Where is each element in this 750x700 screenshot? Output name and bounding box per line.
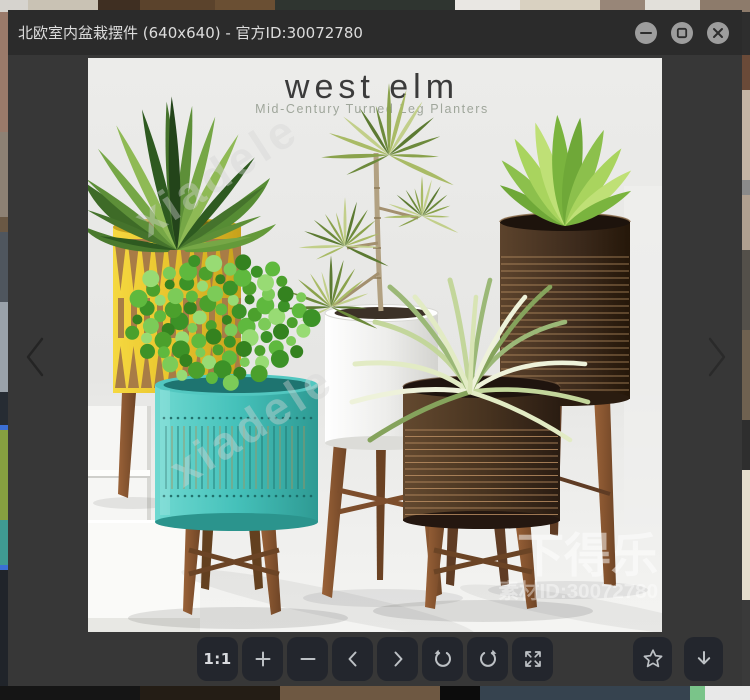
close-icon [713, 27, 723, 38]
rotate-left-icon [434, 649, 451, 667]
chevron-left-icon [26, 337, 44, 377]
brand-text: west elm Mid-Century Turned Leg Planters [255, 68, 489, 116]
favorite-button[interactable] [633, 637, 672, 681]
prev-image-button[interactable] [332, 637, 373, 681]
minimize-icon [640, 31, 652, 34]
material-id-watermark: 素材ID:30072780 [498, 579, 658, 603]
fullscreen-icon [524, 651, 541, 667]
zoom-in-button[interactable] [242, 637, 283, 681]
brand-subtitle-text: Mid-Century Turned Leg Planters [255, 102, 489, 116]
plus-icon [255, 651, 270, 667]
product-image: west elm Mid-Century Turned Leg Planters [88, 58, 662, 632]
zoom-ratio-label: 1:1 [203, 650, 232, 668]
minimize-button[interactable] [635, 21, 657, 44]
next-image-arrow[interactable] [703, 334, 731, 380]
viewer-actions [633, 637, 723, 681]
download-icon [697, 651, 710, 665]
next-image-button[interactable] [377, 637, 418, 681]
prev-image-arrow[interactable] [21, 334, 49, 380]
page-behind-bottom [0, 686, 750, 700]
rotate-right-icon [479, 649, 496, 667]
rotate-right-button[interactable] [467, 637, 508, 681]
window-controls [635, 21, 742, 44]
chevron-right-icon [708, 337, 726, 377]
brand-logo-text: west elm [284, 68, 459, 106]
one-to-one-button[interactable]: 1:1 [197, 637, 238, 681]
maximize-button[interactable] [671, 21, 693, 44]
page-behind-right [742, 12, 750, 700]
page-behind-left [0, 12, 8, 700]
close-button[interactable] [707, 21, 729, 44]
download-button[interactable] [684, 637, 723, 681]
brand-watermark: 下得乐 [517, 529, 658, 582]
viewer-titlebar: 北欧室内盆栽摆件 (640x640) - 官方ID:30072780 [8, 10, 742, 55]
fullscreen-button[interactable] [512, 637, 553, 681]
image-title: 北欧室内盆栽摆件 (640x640) - 官方ID:30072780 [18, 24, 363, 42]
rotate-left-button[interactable] [422, 637, 463, 681]
chevron-left-icon [348, 651, 356, 667]
zoom-out-button[interactable] [287, 637, 328, 681]
maximize-icon [676, 27, 688, 38]
viewer-toolbar: 1:1 [197, 637, 553, 681]
star-icon [643, 649, 662, 668]
planters-illustration: west elm Mid-Century Turned Leg Planters [88, 58, 662, 632]
image-viewer-modal: 北欧室内盆栽摆件 (640x640) - 官方ID:30072780 west … [8, 10, 742, 686]
chevron-right-icon [394, 651, 402, 667]
viewer-canvas: west elm Mid-Century Turned Leg Planters [8, 55, 742, 686]
minus-icon [300, 658, 315, 660]
